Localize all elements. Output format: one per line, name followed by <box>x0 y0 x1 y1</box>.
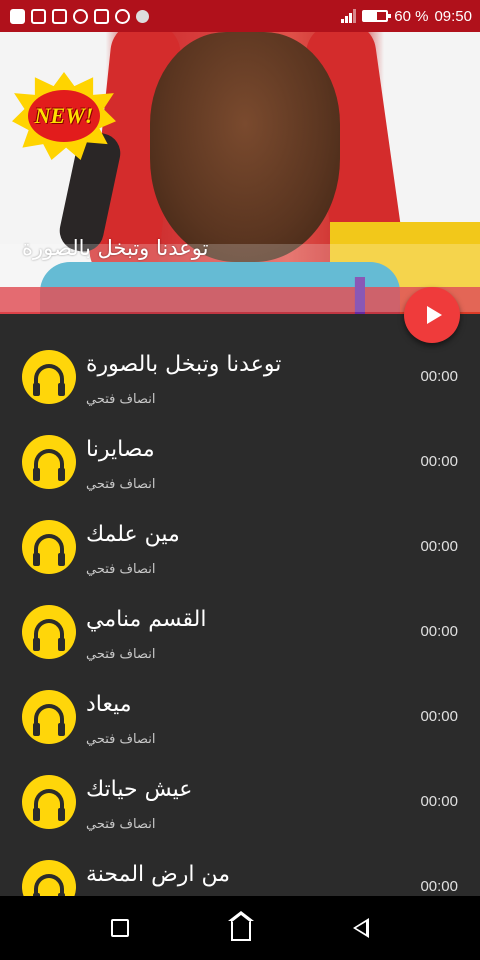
battery-percent: 60 % <box>394 7 429 25</box>
headphones-disc <box>22 605 76 659</box>
song-duration: 00:00 <box>420 793 458 810</box>
headphones-icon <box>33 364 65 396</box>
signal-icon <box>341 9 357 23</box>
whatsapp-icon <box>115 8 130 24</box>
song-duration: 00:00 <box>420 623 458 640</box>
messenger-icon <box>73 8 88 24</box>
song-artist: انصاف فتحي <box>86 477 156 492</box>
song-list[interactable]: توعدنا وتبخل بالصورة انصاف فتحي 00:00 مص… <box>0 314 480 896</box>
song-title: ميعاد <box>86 692 132 717</box>
song-duration: 00:00 <box>420 708 458 725</box>
notification-icons <box>10 8 149 24</box>
gift-icon <box>52 8 67 24</box>
song-duration: 00:00 <box>420 878 458 895</box>
song-title: مصايرنا <box>86 437 155 462</box>
dot-icon <box>136 9 149 23</box>
song-row[interactable]: مين علمك انصاف فتحي 00:00 <box>0 504 480 589</box>
status-bar: 60 % 09:50 <box>0 0 480 32</box>
song-title: توعدنا وتبخل بالصورة <box>86 352 282 377</box>
new-badge: NEW! <box>12 72 116 160</box>
song-title: القسم منامي <box>86 607 207 632</box>
home-icon[interactable] <box>228 911 254 941</box>
headphones-icon <box>33 449 65 481</box>
headphones-disc <box>22 775 76 829</box>
song-row[interactable]: من ارض المحنة 00:00 <box>0 844 480 896</box>
headphones-disc <box>22 520 76 574</box>
app-icon <box>31 8 46 24</box>
song-title: عيش حياتك <box>86 777 193 802</box>
facebook-icon <box>10 8 25 24</box>
song-artist: انصاف فتحي <box>86 647 156 662</box>
song-row[interactable]: مصايرنا انصاف فتحي 00:00 <box>0 419 480 504</box>
clock: 09:50 <box>434 7 472 25</box>
headphones-disc <box>22 860 76 896</box>
song-artist: انصاف فتحي <box>86 817 156 832</box>
system-indicators: 60 % 09:50 <box>341 8 472 25</box>
headphones-disc <box>22 690 76 744</box>
song-duration: 00:00 <box>420 538 458 555</box>
song-duration: 00:00 <box>420 453 458 470</box>
new-badge-text: NEW! <box>34 103 94 128</box>
play-button[interactable] <box>404 287 460 343</box>
headphones-icon <box>33 704 65 736</box>
song-row[interactable]: عيش حياتك انصاف فتحي 00:00 <box>0 759 480 844</box>
back-icon[interactable] <box>353 918 369 938</box>
song-row[interactable]: ميعاد انصاف فتحي 00:00 <box>0 674 480 759</box>
album-art-header: ا NEW! <box>0 32 480 314</box>
song-artist: انصاف فتحي <box>86 732 156 747</box>
navigation-bar <box>0 896 480 960</box>
headphones-icon <box>33 789 65 821</box>
song-duration: 00:00 <box>420 368 458 385</box>
recents-icon[interactable] <box>111 919 129 937</box>
song-title: من ارض المحنة <box>86 862 231 887</box>
artist-photo <box>150 32 340 262</box>
battery-icon <box>362 10 392 22</box>
song-title: مين علمك <box>86 522 180 547</box>
song-row[interactable]: توعدنا وتبخل بالصورة انصاف فتحي 00:00 <box>0 334 480 419</box>
now-playing-title: توعدنا وتبخل بالصورة <box>22 236 209 260</box>
headphones-icon <box>33 534 65 566</box>
headphones-icon <box>33 619 65 651</box>
song-artist: انصاف فتحي <box>86 562 156 577</box>
play-icon <box>426 306 442 324</box>
headphones-disc <box>22 435 76 489</box>
song-row[interactable]: القسم منامي انصاف فتحي 00:00 <box>0 589 480 674</box>
headphones-icon <box>33 874 65 896</box>
headphones-disc <box>22 350 76 404</box>
song-artist: انصاف فتحي <box>86 392 156 407</box>
sim-icon <box>94 8 109 24</box>
